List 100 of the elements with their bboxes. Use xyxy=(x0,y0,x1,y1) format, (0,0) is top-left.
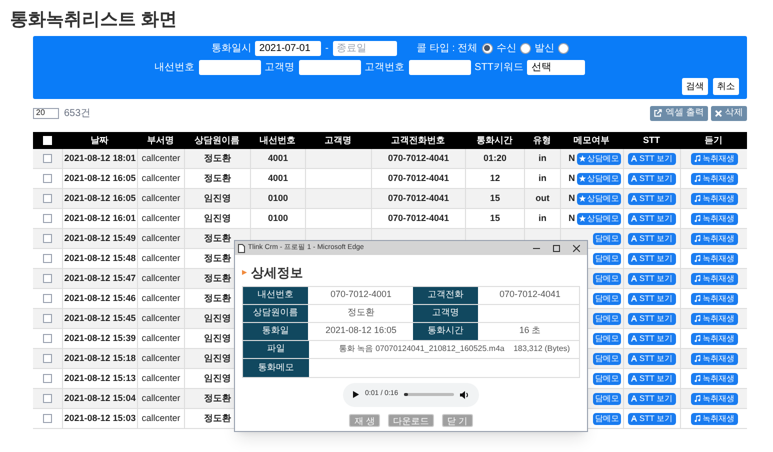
checkbox[interactable] xyxy=(43,314,52,323)
column-header: 고객전화번호 xyxy=(390,134,446,147)
memo-button[interactable]: 상담메모 xyxy=(577,192,621,204)
column-header: 고객명 xyxy=(324,134,352,147)
search-button[interactable]: 검색 xyxy=(682,78,708,95)
stt-view-button[interactable]: STT 보기 xyxy=(628,252,676,264)
checkbox[interactable] xyxy=(43,274,52,283)
memo-button[interactable]: 담메모 xyxy=(593,232,621,244)
cancel-button[interactable]: 취소 xyxy=(713,78,739,95)
memo-button[interactable]: 담메모 xyxy=(593,252,621,264)
excel-export-button[interactable]: 엑셀 출력 xyxy=(650,106,708,120)
checkbox[interactable] xyxy=(43,194,52,203)
memo-button[interactable]: 담메모 xyxy=(593,392,621,404)
detail-label: 통화일 xyxy=(243,322,309,340)
checkbox[interactable] xyxy=(43,214,52,223)
column-header: 통화시간 xyxy=(476,134,514,147)
memo-button[interactable]: 상담메모 xyxy=(577,212,621,224)
page-size-field[interactable]: 20 xyxy=(33,108,59,118)
play-recording-button[interactable]: 녹취재생 xyxy=(690,252,738,264)
stt-view-button[interactable]: STT 보기 xyxy=(628,372,676,384)
checkbox[interactable] xyxy=(43,254,52,263)
start-date-field[interactable]: 2021-07-01 xyxy=(255,40,322,56)
table-cell-text: 정도환 xyxy=(204,172,231,185)
close-icon[interactable] xyxy=(573,244,580,252)
stt-view-button[interactable]: STT 보기 xyxy=(628,152,676,164)
download-button[interactable]: 다운로드 xyxy=(388,414,434,426)
close-button[interactable]: 닫 기 xyxy=(442,414,473,426)
play-recording-button[interactable]: 녹취재생 xyxy=(690,232,738,244)
table-cell-text: in xyxy=(538,212,546,225)
search-field[interactable]: 선택 xyxy=(527,60,586,74)
play-recording-button[interactable]: 녹취재생 xyxy=(690,392,738,404)
search-field[interactable] xyxy=(298,60,361,74)
memo-button[interactable]: 담메모 xyxy=(593,372,621,384)
radio-button[interactable] xyxy=(520,42,531,54)
stt-view-button[interactable]: STT 보기 xyxy=(628,392,676,404)
stt-view-button[interactable]: STT 보기 xyxy=(628,172,676,184)
play-recording-button[interactable]: 녹취재생 xyxy=(690,372,738,384)
maximize-icon[interactable] xyxy=(553,244,560,252)
progress-track[interactable] xyxy=(404,393,454,396)
stt-view-button[interactable]: STT 보기 xyxy=(628,312,676,324)
play-recording-button[interactable]: 녹취재생 xyxy=(690,172,738,184)
stt-view-button[interactable]: STT 보기 xyxy=(628,412,676,424)
stt-view-button[interactable]: STT 보기 xyxy=(628,272,676,284)
field-label: 고객번호 xyxy=(364,60,405,74)
letter-a-icon xyxy=(631,255,638,262)
play-recording-button[interactable]: 녹취재생 xyxy=(690,292,738,304)
radio-button[interactable] xyxy=(558,42,569,54)
stt-view-button[interactable]: STT 보기 xyxy=(628,332,676,344)
letter-a-icon xyxy=(631,235,638,242)
column-header: 듣기 xyxy=(704,134,724,147)
checkbox[interactable] xyxy=(43,414,52,423)
table-cell-text: in xyxy=(538,172,546,185)
memo-button[interactable]: 상담메모 xyxy=(577,152,621,164)
play-recording-button[interactable]: 녹취재생 xyxy=(690,332,738,344)
detail-value: 070-7012-4041 xyxy=(499,288,561,302)
play-recording-button[interactable]: 녹취재생 xyxy=(690,212,738,224)
play-recording-button[interactable]: 녹취재생 xyxy=(690,152,738,164)
table-cell-text: 070-7012-4041 xyxy=(388,192,450,205)
table-cell-text: 4001 xyxy=(268,172,288,185)
table-cell-text: 12 xyxy=(490,172,500,185)
table-cell-text: callcenter xyxy=(142,372,180,385)
table-cell-text: callcenter xyxy=(142,232,180,245)
play-recording-button[interactable]: 녹취재생 xyxy=(690,192,738,204)
stt-view-button[interactable]: STT 보기 xyxy=(628,212,676,224)
play-recording-button[interactable]: 녹취재생 xyxy=(690,312,738,324)
search-field[interactable] xyxy=(198,60,261,74)
play-button[interactable]: 재 생 xyxy=(349,414,380,426)
memo-button[interactable]: 담메모 xyxy=(593,292,621,304)
checkbox[interactable] xyxy=(43,174,52,183)
stt-view-button[interactable]: STT 보기 xyxy=(628,292,676,304)
table-cell-text: callcenter xyxy=(142,172,180,185)
checkbox[interactable] xyxy=(43,334,52,343)
stt-view-button[interactable]: STT 보기 xyxy=(628,352,676,364)
stt-view-button[interactable]: STT 보기 xyxy=(628,192,676,204)
checkbox[interactable] xyxy=(43,374,52,383)
stt-view-button[interactable]: STT 보기 xyxy=(628,232,676,244)
radio-button[interactable] xyxy=(482,42,493,54)
memo-button[interactable]: 담메모 xyxy=(593,412,621,424)
play-recording-button[interactable]: 녹취재생 xyxy=(690,272,738,284)
search-field[interactable] xyxy=(408,60,471,74)
checkbox[interactable] xyxy=(43,394,52,403)
memo-button[interactable]: 담메모 xyxy=(593,272,621,284)
end-date-field[interactable]: 종료일 xyxy=(332,40,397,56)
star-icon xyxy=(579,175,586,182)
file-name: 통화 녹음 07070124041_210812_160525.m4a xyxy=(339,343,504,355)
memo-button[interactable]: 담메모 xyxy=(593,332,621,344)
checkbox[interactable] xyxy=(43,234,52,243)
table-cell-text: 2021-08-12 15:39 xyxy=(64,332,136,345)
checkbox[interactable] xyxy=(43,354,52,363)
star-icon xyxy=(579,195,586,202)
play-recording-button[interactable]: 녹취재생 xyxy=(690,412,738,424)
memo-button[interactable]: 담메모 xyxy=(593,312,621,324)
memo-button[interactable]: 상담메모 xyxy=(577,172,621,184)
memo-button[interactable]: 담메모 xyxy=(593,352,621,364)
table-cell-text: callcenter xyxy=(142,152,180,165)
checkbox[interactable] xyxy=(43,154,52,163)
play-recording-button[interactable]: 녹취재생 xyxy=(690,352,738,364)
field-label: 고객명 xyxy=(264,60,295,74)
checkbox[interactable] xyxy=(43,294,52,303)
delete-button[interactable]: 삭제 xyxy=(711,106,747,120)
